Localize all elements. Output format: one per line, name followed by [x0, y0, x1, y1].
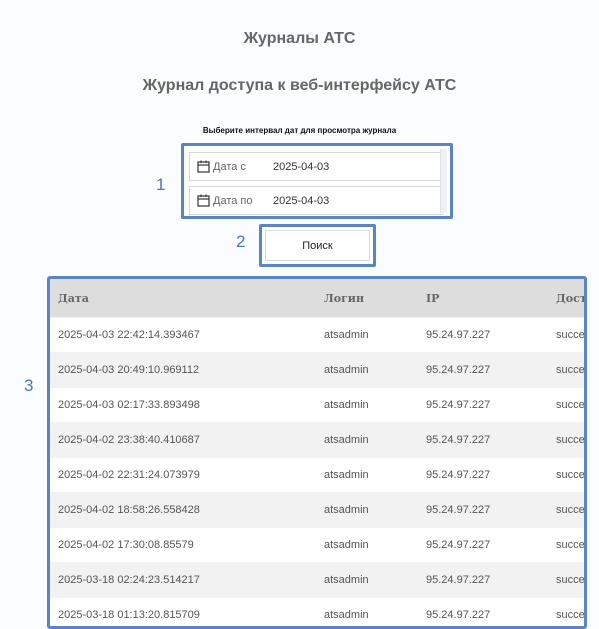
calendar-icon [196, 194, 210, 208]
cell-date: 2025-04-03 20:49:10.969112 [50, 352, 316, 388]
page: Журналы АТС Журнал доступа к веб-интерфе… [0, 0, 599, 629]
cell-ip: 95.24.97.227 [418, 597, 548, 626]
cell-login: atsadmin [316, 422, 418, 458]
table-row[interactable]: 2025-04-02 18:58:26.558428 atsadmin 95.2… [50, 492, 584, 528]
cell-access: success [548, 387, 584, 423]
date-panel-scrollbar[interactable] [440, 149, 447, 213]
calendar-icon [196, 160, 210, 174]
cell-date: 2025-04-03 22:42:14.393467 [50, 317, 316, 353]
cell-login: atsadmin [316, 457, 418, 493]
column-header-ip[interactable]: IP [418, 279, 548, 318]
cell-login: atsadmin [316, 527, 418, 563]
search-button-label: Поиск [265, 230, 370, 261]
table-row[interactable]: 2025-04-02 23:38:40.410687 atsadmin 95.2… [50, 422, 584, 458]
cell-login: atsadmin [316, 352, 418, 388]
cell-date: 2025-04-02 22:31:24.073979 [50, 457, 316, 493]
cell-access: success [548, 317, 584, 353]
page-title: Журналы АТС [243, 30, 356, 47]
table-row[interactable]: 2025-04-03 22:42:14.393467 atsadmin 95.2… [50, 317, 584, 353]
cell-access: success [548, 597, 584, 626]
cell-login: atsadmin [316, 387, 418, 423]
table-row[interactable]: 2025-03-18 01:13:20.815709 atsadmin 95.2… [50, 597, 584, 626]
table-row[interactable]: 2025-04-02 22:31:24.073979 atsadmin 95.2… [50, 457, 584, 493]
cell-date: 2025-03-18 01:13:20.815709 [50, 597, 316, 626]
cell-access: success [548, 422, 584, 458]
cell-ip: 95.24.97.227 [418, 562, 548, 598]
date-from-label: Дата с [213, 160, 246, 173]
date-range-panel: Дата с Дата по [181, 143, 453, 219]
cell-ip: 95.24.97.227 [418, 422, 548, 458]
date-to-label: Дата по [213, 194, 253, 207]
date-to-row: Дата по [189, 186, 443, 215]
cell-date: 2025-03-18 02:24:23.514217 [50, 562, 316, 598]
cell-ip: 95.24.97.227 [418, 387, 548, 423]
table-row[interactable]: 2025-04-02 17:30:08.85579 atsadmin 95.24… [50, 527, 584, 563]
cell-ip: 95.24.97.227 [418, 317, 548, 353]
cell-date: 2025-04-02 17:30:08.85579 [50, 527, 316, 563]
marker-2: 2 [236, 232, 246, 251]
cell-login: atsadmin [316, 492, 418, 528]
date-to-input[interactable] [269, 188, 437, 213]
table-row[interactable]: 2025-04-03 20:49:10.969112 atsadmin 95.2… [50, 352, 584, 388]
cell-date: 2025-04-02 23:38:40.410687 [50, 422, 316, 458]
search-button[interactable]: Поиск [259, 224, 376, 267]
marker-3: 3 [24, 376, 34, 395]
table-row[interactable]: 2025-04-03 02:17:33.893498 atsadmin 95.2… [50, 387, 584, 423]
cell-ip: 95.24.97.227 [418, 457, 548, 493]
cell-access: success [548, 527, 584, 563]
access-log-table: Дата Логин IP Доступ 2025-04-03 22:42:14… [50, 279, 584, 626]
date-from-row: Дата с [189, 152, 443, 181]
cell-ip: 95.24.97.227 [418, 527, 548, 563]
date-range-hint: Выберите интервал дат для просмотра журн… [202, 126, 397, 135]
table-header-row: Дата Логин IP Доступ [50, 279, 584, 318]
cell-login: atsadmin [316, 562, 418, 598]
cell-ip: 95.24.97.227 [418, 352, 548, 388]
page-subtitle: Журнал доступа к веб-интерфейсу АТС [142, 77, 457, 94]
cell-access: success [548, 562, 584, 598]
date-from-input[interactable] [269, 154, 437, 179]
cell-login: atsadmin [316, 597, 418, 626]
column-header-login[interactable]: Логин [316, 279, 418, 318]
table-row[interactable]: 2025-03-18 02:24:23.514217 atsadmin 95.2… [50, 562, 584, 598]
cell-access: success [548, 457, 584, 493]
column-header-date[interactable]: Дата [50, 279, 316, 318]
access-log-table-frame: Дата Логин IP Доступ 2025-04-03 22:42:14… [47, 276, 587, 629]
cell-login: atsadmin [316, 317, 418, 353]
column-header-access[interactable]: Доступ [548, 279, 584, 318]
cell-date: 2025-04-02 18:58:26.558428 [50, 492, 316, 528]
cell-date: 2025-04-03 02:17:33.893498 [50, 387, 316, 423]
cell-access: success [548, 352, 584, 388]
cell-access: success [548, 492, 584, 528]
cell-ip: 95.24.97.227 [418, 492, 548, 528]
marker-1: 1 [156, 175, 166, 194]
